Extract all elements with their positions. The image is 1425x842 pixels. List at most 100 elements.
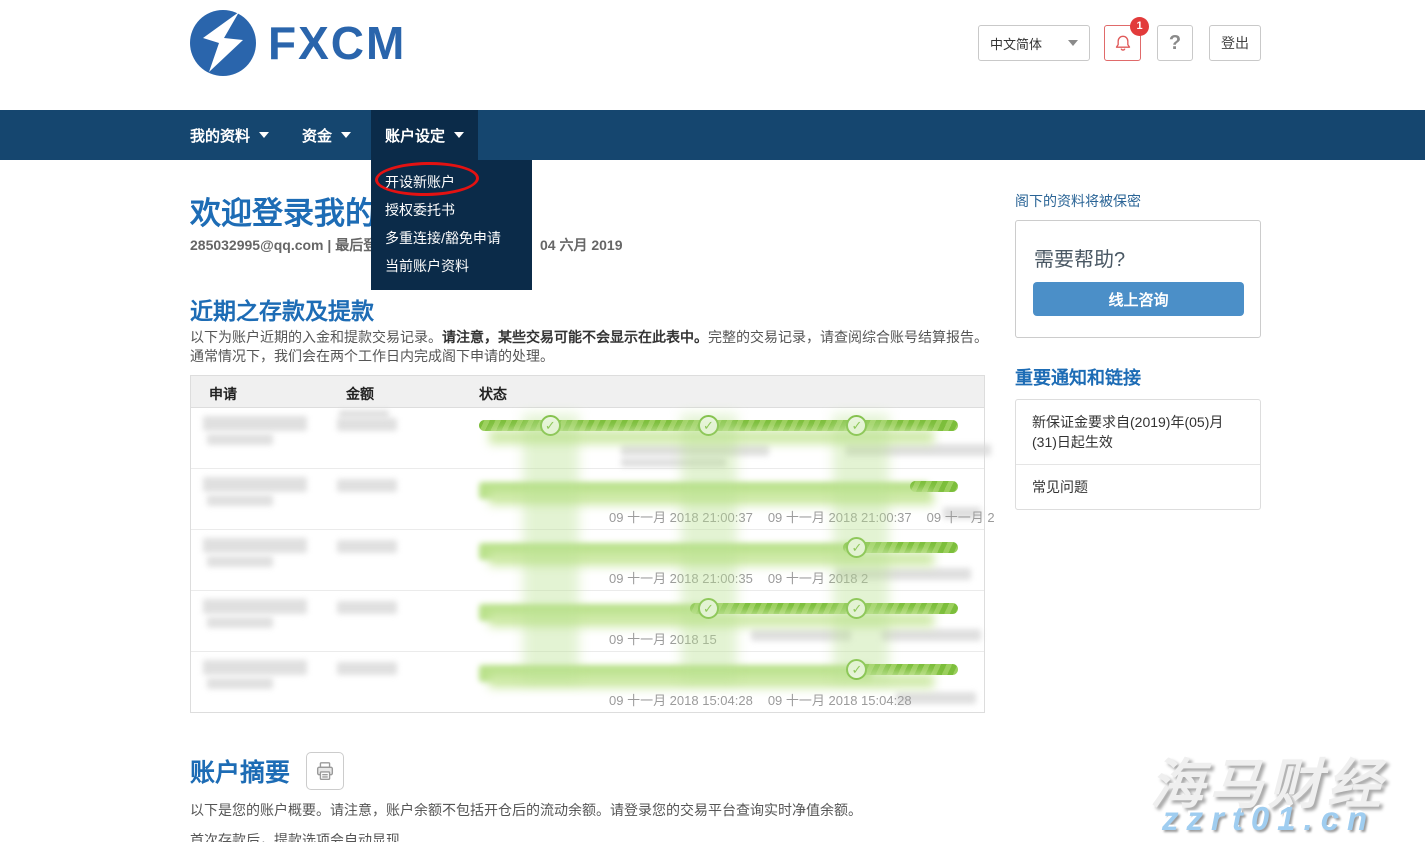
redacted-value [207,678,273,689]
fxcm-logo-icon [190,10,256,76]
status-timestamp: 09 十一月 2018 15:04:28 [768,693,912,708]
help-box-title: 需要帮助? [1034,243,1125,272]
redacted-value [207,556,273,567]
language-select-value: 中文简体 [990,34,1042,53]
status-timestamp: 09 十一月 2018 21:00:35 [609,571,753,586]
redacted-value [846,444,991,456]
status-timestamps: 09 十一月 2018 21:00:37 09 十一月 2018 21:00:37… [609,507,1010,526]
deposits-intro-bold: 请注意，某些交易可能不会显示在此表中。 [442,329,708,345]
summary-intro: 以下是您的账户概要。请注意，账户余额不包括开仓后的流动余额。请登录您的交易平台查… [190,800,988,820]
status-timestamps: 09 十一月 2018 15:04:28 09 十一月 2018 15:04:28 [609,690,927,709]
redacted-value [337,662,397,675]
page: FXCM 中文简体 1 ? 登出 我的资料 资金 账户设定 开设新账 [0,0,1425,842]
nav-item-label: 我的资料 [190,125,250,146]
logout-button-label: 登出 [1221,33,1249,53]
menu-item-multiple-connection-waiver[interactable]: 多重连接/豁免申请 [371,224,532,252]
bell-icon [1113,33,1133,53]
deposits-table: 申请 金额 状态 ✓✓✓09 十一月 2018 21:00:3709 十一月 2… [190,375,985,713]
column-header-amount: 金额 [346,384,374,404]
printer-icon [314,760,336,782]
notification-badge: 1 [1130,17,1149,36]
redacted-value [203,538,307,553]
menu-item-power-of-attorney[interactable]: 授权委托书 [371,196,532,224]
chevron-down-icon [454,132,464,138]
nav-item-my-profile[interactable]: 我的资料 [176,110,283,160]
redacted-value [337,540,397,553]
main-nav: 我的资料 资金 账户设定 [0,110,1425,160]
status-progress-bar [479,481,958,505]
table-row: ✓✓ 09 十一月 2018 15 [191,591,984,652]
status-progress-bar: ✓ [479,542,958,566]
table-row: 09 十一月 2018 21:00:37 09 十一月 2018 21:00:37… [191,469,984,530]
table-row: ✓09 十一月 2018 15:04:2809 十一月 2018 15:04:2… [191,652,984,713]
chevron-down-icon [259,132,269,138]
redacted-value [337,418,397,431]
summary-section-title: 账户摘要 [190,753,290,789]
summary-note: 首次存款后，提款选项会自动显现 [190,830,400,842]
deposits-intro-text: 以下为账户近期的入金和提款交易记录。 [190,329,442,345]
help-button-label: ? [1169,32,1181,55]
redacted-value [207,495,273,506]
status-timestamp: 09 十一月 2018 15:04:28 [609,693,753,708]
redacted-value [337,479,397,492]
status-progress-bar: ✓✓✓ [479,420,958,444]
check-icon: ✓ [698,598,719,619]
check-icon: ✓ [540,415,561,436]
deposits-table-body: ✓✓✓09 十一月 2018 21:00:3709 十一月 2018 21:00… [191,408,984,713]
column-header-application: 申请 [209,384,237,404]
status-progress-bar: ✓ [479,664,958,688]
status-timestamp: 09 十一月 2018 21:00:37 [609,510,753,525]
redacted-value [203,599,307,614]
print-button[interactable] [306,752,344,790]
redacted-value [207,434,273,445]
fxcm-logo-text: FXCM [268,16,406,70]
status-timestamps: 09 十一月 2018 21:00:35 09 十一月 2018 2 [609,568,883,587]
redacted-value [203,477,307,492]
fxcm-logo: FXCM [190,10,406,76]
page-title: 欢迎登录我的 [190,188,376,233]
check-icon: ✓ [698,415,719,436]
redacted-value [339,410,389,418]
watermark-url: zzrt01.cn [1162,800,1375,838]
notice-link-margin-requirement[interactable]: 新保证金要求自(2019)年(05)月(31)日起生效 [1016,400,1260,464]
redacted-value [207,617,273,628]
redacted-value [751,629,851,641]
notifications-button[interactable]: 1 [1104,25,1141,61]
notices-section-title: 重要通知和链接 [1015,364,1141,390]
deposits-table-header: 申请 金额 状态 [191,376,984,408]
redacted-value [621,444,769,456]
status-timestamp: 09 十一月 2 [927,510,995,525]
status-timestamps: 09 十一月 2018 15 [609,629,732,648]
live-chat-button[interactable]: 线上咨询 [1033,282,1244,316]
chevron-down-icon [1068,40,1078,46]
language-select[interactable]: 中文简体 [978,25,1090,61]
table-row: ✓✓✓ [191,408,984,469]
redacted-value [203,660,307,675]
privacy-note: 阁下的资料将被保密 [1015,191,1141,211]
status-progress-bar: ✓✓ [479,603,958,627]
account-email-last-login: 285032995@qq.com | 最后登 [190,235,377,255]
redacted-value [203,416,307,431]
logout-button[interactable]: 登出 [1209,25,1261,61]
redacted-value [881,629,981,641]
chevron-down-icon [341,132,351,138]
column-header-status: 状态 [479,384,507,404]
deposits-intro: 以下为账户近期的入金和提款交易记录。请注意，某些交易可能不会显示在此表中。完整的… [190,328,988,366]
nav-item-label: 资金 [302,125,332,146]
last-login-date: 04 六月 2019 [540,235,623,255]
notice-link-faq[interactable]: 常见问题 [1016,464,1260,509]
nav-item-account-settings[interactable]: 账户设定 [371,110,478,160]
status-timestamp: 09 十一月 2018 21:00:37 [768,510,912,525]
table-row: ✓ 09 十一月 2018 21:00:35 09 十一月 2018 2 [191,530,984,591]
nav-item-funds[interactable]: 资金 [288,110,365,160]
redacted-value [337,601,397,614]
status-timestamp: 09 十一月 2018 2 [768,571,868,586]
deposits-section-title: 近期之存款及提款 [190,292,374,326]
help-button[interactable]: ? [1157,25,1193,61]
menu-item-current-account-info[interactable]: 当前账户资料 [371,252,532,280]
redacted-value [621,458,726,467]
help-box: 需要帮助? 线上咨询 [1015,220,1261,338]
status-timestamp: 09 十一月 2018 15 [609,632,717,647]
notices-box: 新保证金要求自(2019)年(05)月(31)日起生效 常见问题 [1015,399,1261,510]
nav-item-label: 账户设定 [385,125,445,146]
